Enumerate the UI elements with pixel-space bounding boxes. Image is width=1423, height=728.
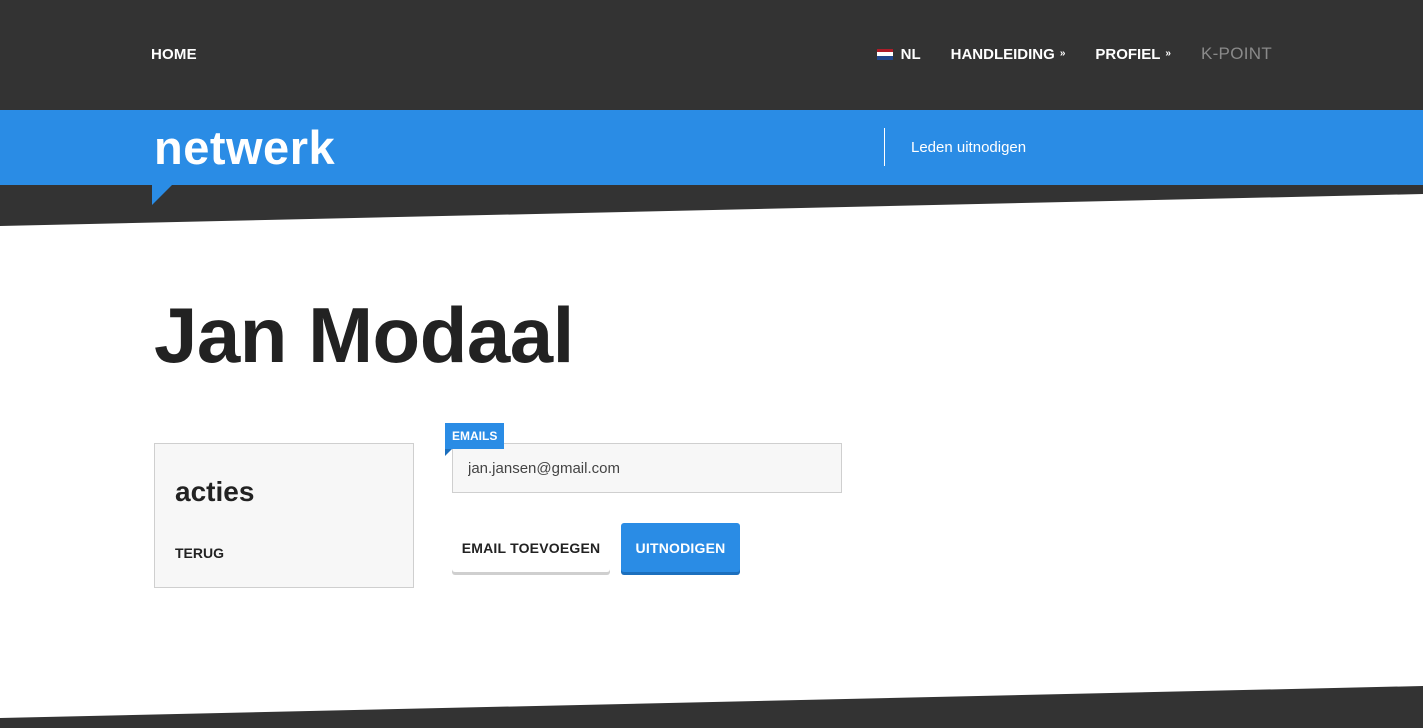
- invite-button[interactable]: UITNODIGEN: [621, 523, 740, 572]
- actions-panel: acties TERUG: [154, 443, 414, 588]
- nav-right-group: NL HANDLEIDING » PROFIEL » K-POINT: [876, 44, 1272, 64]
- back-link[interactable]: TERUG: [175, 545, 224, 561]
- brand-logo[interactable]: K-POINT: [1201, 44, 1272, 64]
- actions-title: acties: [175, 476, 255, 507]
- section-title: netwerk: [154, 121, 336, 174]
- nav-profile-dropdown[interactable]: PROFIEL »: [1095, 46, 1171, 63]
- page-title: Jan Modaal: [154, 291, 574, 379]
- nav-manual-dropdown[interactable]: HANDLEIDING »: [951, 46, 1066, 63]
- email-field[interactable]: [452, 443, 842, 493]
- invite-members-link[interactable]: Leden uitnodigen: [911, 139, 1026, 156]
- banner-pointer: [152, 185, 172, 205]
- add-email-button[interactable]: EMAIL TOEVOEGEN: [452, 523, 610, 572]
- banner-divider: [884, 128, 885, 166]
- language-selector[interactable]: NL: [876, 45, 921, 63]
- netherlands-flag-icon: [876, 48, 893, 60]
- emails-tag: EMAILS: [445, 423, 505, 449]
- emails-tag-pointer: [445, 449, 452, 456]
- nav-manual-label: HANDLEIDING: [950, 45, 1055, 63]
- double-chevron-down-icon: »: [1059, 48, 1066, 59]
- nav-home-link[interactable]: HOME: [151, 46, 197, 63]
- section-banner: netwerk Leden uitnodigen: [0, 110, 1423, 185]
- nav-profile-label: PROFIEL: [1095, 45, 1161, 63]
- double-chevron-down-icon: »: [1165, 48, 1171, 59]
- top-navigation: HOME NL HANDLEIDING » PROFIEL » K-POINT: [0, 0, 1423, 110]
- language-label: NL: [900, 45, 921, 63]
